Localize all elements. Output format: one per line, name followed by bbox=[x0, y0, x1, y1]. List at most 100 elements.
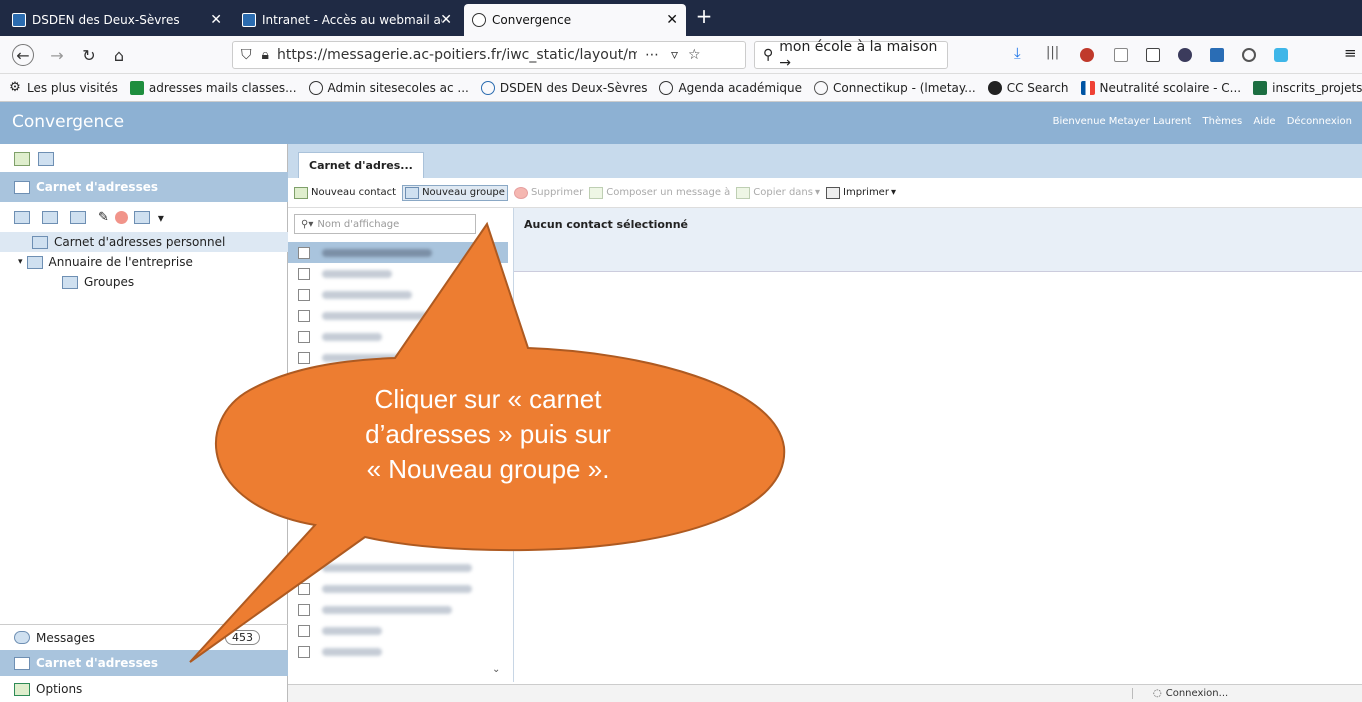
table-row[interactable] bbox=[288, 284, 508, 305]
download-icon[interactable]: ⤓ bbox=[1014, 44, 1028, 62]
main-toolbar: Nouveau contact Nouveau groupe Supprimer… bbox=[288, 178, 1362, 208]
pocket-icon[interactable]: ▿ bbox=[671, 47, 678, 63]
account-icon[interactable] bbox=[1242, 48, 1256, 62]
bookmark-item[interactable]: Admin sitesecoles ac ... bbox=[308, 80, 469, 95]
nav-addressbook[interactable]: Carnet d'adresses bbox=[0, 650, 288, 676]
edit-pencil-icon[interactable]: ✎ bbox=[98, 210, 109, 225]
redacted-contact bbox=[322, 647, 382, 656]
reader-icon[interactable] bbox=[1114, 48, 1128, 62]
scroll-down-icon[interactable]: ⌄ bbox=[492, 664, 500, 675]
add-book-icon[interactable] bbox=[70, 211, 86, 224]
sidebar-icon[interactable] bbox=[1146, 48, 1160, 62]
bookmark-item[interactable]: adresses mails classes... bbox=[129, 80, 297, 95]
row-checkbox[interactable] bbox=[298, 624, 310, 637]
browser-tab-dsden[interactable]: DSDEN des Deux-Sèvres ✕ bbox=[4, 4, 230, 36]
copy-to-button[interactable]: Copier dans ▾ bbox=[736, 186, 820, 199]
table-row[interactable] bbox=[288, 263, 508, 284]
redacted-contact bbox=[322, 332, 382, 341]
shield-icon: ⛉ bbox=[241, 47, 252, 63]
forward-arrow-icon[interactable]: → bbox=[46, 44, 68, 66]
logout-link[interactable]: Déconnexion bbox=[1287, 116, 1352, 127]
extension-icon[interactable] bbox=[1274, 48, 1288, 62]
row-checkbox[interactable] bbox=[298, 561, 310, 574]
delete-icon[interactable] bbox=[114, 211, 128, 224]
bookmark-item[interactable]: Neutralité scolaire - C... bbox=[1080, 80, 1241, 95]
bookmark-item[interactable]: Connectikup - (lmetay... bbox=[814, 80, 976, 95]
bookmark-item[interactable]: Agenda académique bbox=[659, 80, 802, 95]
addressbook-icon bbox=[32, 235, 48, 249]
row-checkbox[interactable] bbox=[298, 267, 310, 280]
tree-item-personal-addressbook[interactable]: Carnet d'adresses personnel bbox=[0, 232, 288, 252]
table-row[interactable] bbox=[288, 347, 508, 368]
callout-line: d’adresses » puis sur bbox=[365, 419, 611, 449]
library-icon[interactable]: ||| bbox=[1046, 45, 1060, 60]
row-checkbox[interactable] bbox=[298, 645, 310, 658]
themes-link[interactable]: Thèmes bbox=[1203, 116, 1243, 127]
row-checkbox[interactable] bbox=[298, 309, 310, 322]
more-actions-icon[interactable] bbox=[133, 211, 150, 224]
help-link[interactable]: Aide bbox=[1253, 116, 1275, 127]
close-tab-icon[interactable]: ✕ bbox=[440, 12, 452, 28]
reload-icon[interactable]: ↻ bbox=[78, 44, 100, 66]
header-links: Bienvenue Metayer Laurent Thèmes Aide Dé… bbox=[1045, 116, 1352, 127]
chevron-down-icon[interactable]: ▾ bbox=[158, 211, 164, 225]
back-arrow-icon[interactable]: ← bbox=[12, 44, 34, 66]
nav-messages[interactable]: Messages 453 bbox=[0, 624, 288, 650]
row-checkbox[interactable] bbox=[298, 582, 310, 595]
new-group-icon[interactable] bbox=[38, 152, 54, 166]
table-row[interactable] bbox=[288, 620, 508, 641]
table-row[interactable] bbox=[288, 305, 508, 326]
tree-label: Groupes bbox=[84, 275, 135, 289]
bookmark-item[interactable]: inscrits_projets_numér... bbox=[1253, 80, 1362, 95]
speech-bubble-icon: ◌ bbox=[1153, 688, 1162, 699]
table-row[interactable] bbox=[288, 326, 508, 347]
expand-arrow-icon[interactable]: ▾ bbox=[18, 257, 23, 267]
close-tab-icon[interactable]: ✕ bbox=[666, 12, 678, 28]
tree-label: Annuaire de l'entreprise bbox=[48, 255, 193, 269]
new-contact-icon[interactable] bbox=[14, 152, 30, 166]
list-header-row[interactable] bbox=[288, 242, 508, 263]
new-contact-button[interactable]: Nouveau contact bbox=[294, 186, 396, 199]
new-tab-button[interactable]: + bbox=[692, 4, 716, 28]
extension-icon[interactable] bbox=[1178, 48, 1192, 62]
row-checkbox[interactable] bbox=[298, 603, 310, 616]
bookmark-star-icon[interactable]: ☆ bbox=[688, 47, 701, 63]
table-row[interactable] bbox=[288, 599, 508, 620]
search-input[interactable]: ⚲ mon école à la maison → bbox=[754, 39, 948, 71]
compose-message-button[interactable]: Composer un message à bbox=[589, 186, 730, 199]
site-favicon-icon bbox=[472, 13, 486, 27]
redacted-contact bbox=[322, 290, 412, 299]
browser-tab-convergence[interactable]: Convergence ✕ bbox=[464, 4, 686, 36]
row-checkbox[interactable] bbox=[298, 351, 310, 364]
tree-item-company-directory[interactable]: ▾ Annuaire de l'entreprise bbox=[18, 252, 193, 272]
page-actions-icon[interactable]: ⋯ bbox=[645, 47, 659, 63]
bookmark-item[interactable]: CC Search bbox=[987, 80, 1069, 95]
add-group-icon[interactable] bbox=[42, 211, 58, 224]
select-all-checkbox[interactable] bbox=[298, 246, 310, 259]
url-bar[interactable]: ⛉ 🔒︎ https://messagerie.ac-poitiers.fr/i… bbox=[232, 41, 746, 69]
tab-addressbook[interactable]: Carnet d'adres... bbox=[298, 152, 424, 178]
name-filter-input[interactable]: ⚲▾ Nom d'affichage bbox=[294, 214, 476, 234]
print-button[interactable]: Imprimer ▾ bbox=[826, 186, 896, 199]
contact-detail-header: Aucun contact sélectionné bbox=[514, 208, 1362, 272]
table-row[interactable] bbox=[288, 578, 508, 599]
table-row[interactable] bbox=[288, 641, 508, 662]
url-text: https://messagerie.ac-poitiers.fr/iwc_st… bbox=[276, 47, 637, 63]
close-tab-icon[interactable]: ✕ bbox=[210, 12, 222, 28]
browser-tab-intranet[interactable]: Intranet - Accès au webmail ac ✕ bbox=[234, 4, 460, 36]
nav-options[interactable]: Options bbox=[0, 676, 288, 702]
adblock-icon[interactable] bbox=[1080, 48, 1094, 62]
bookmark-item[interactable]: DSDEN des Deux-Sèvres bbox=[480, 80, 647, 95]
new-group-button[interactable]: Nouveau groupe bbox=[402, 184, 508, 201]
bookmark-item[interactable]: ⚙ Les plus visités bbox=[8, 80, 118, 95]
delete-button[interactable]: Supprimer bbox=[513, 186, 583, 199]
extension-icon[interactable] bbox=[1210, 48, 1224, 62]
row-checkbox[interactable] bbox=[298, 330, 310, 343]
table-row[interactable] bbox=[288, 557, 508, 578]
add-contact-icon[interactable] bbox=[14, 211, 30, 224]
welcome-text: Bienvenue Metayer Laurent bbox=[1052, 116, 1192, 127]
home-icon[interactable]: ⌂ bbox=[108, 44, 130, 66]
menu-icon[interactable]: ≡ bbox=[1344, 44, 1358, 62]
row-checkbox[interactable] bbox=[298, 288, 310, 301]
tree-item-groups[interactable]: Groupes bbox=[62, 272, 134, 292]
